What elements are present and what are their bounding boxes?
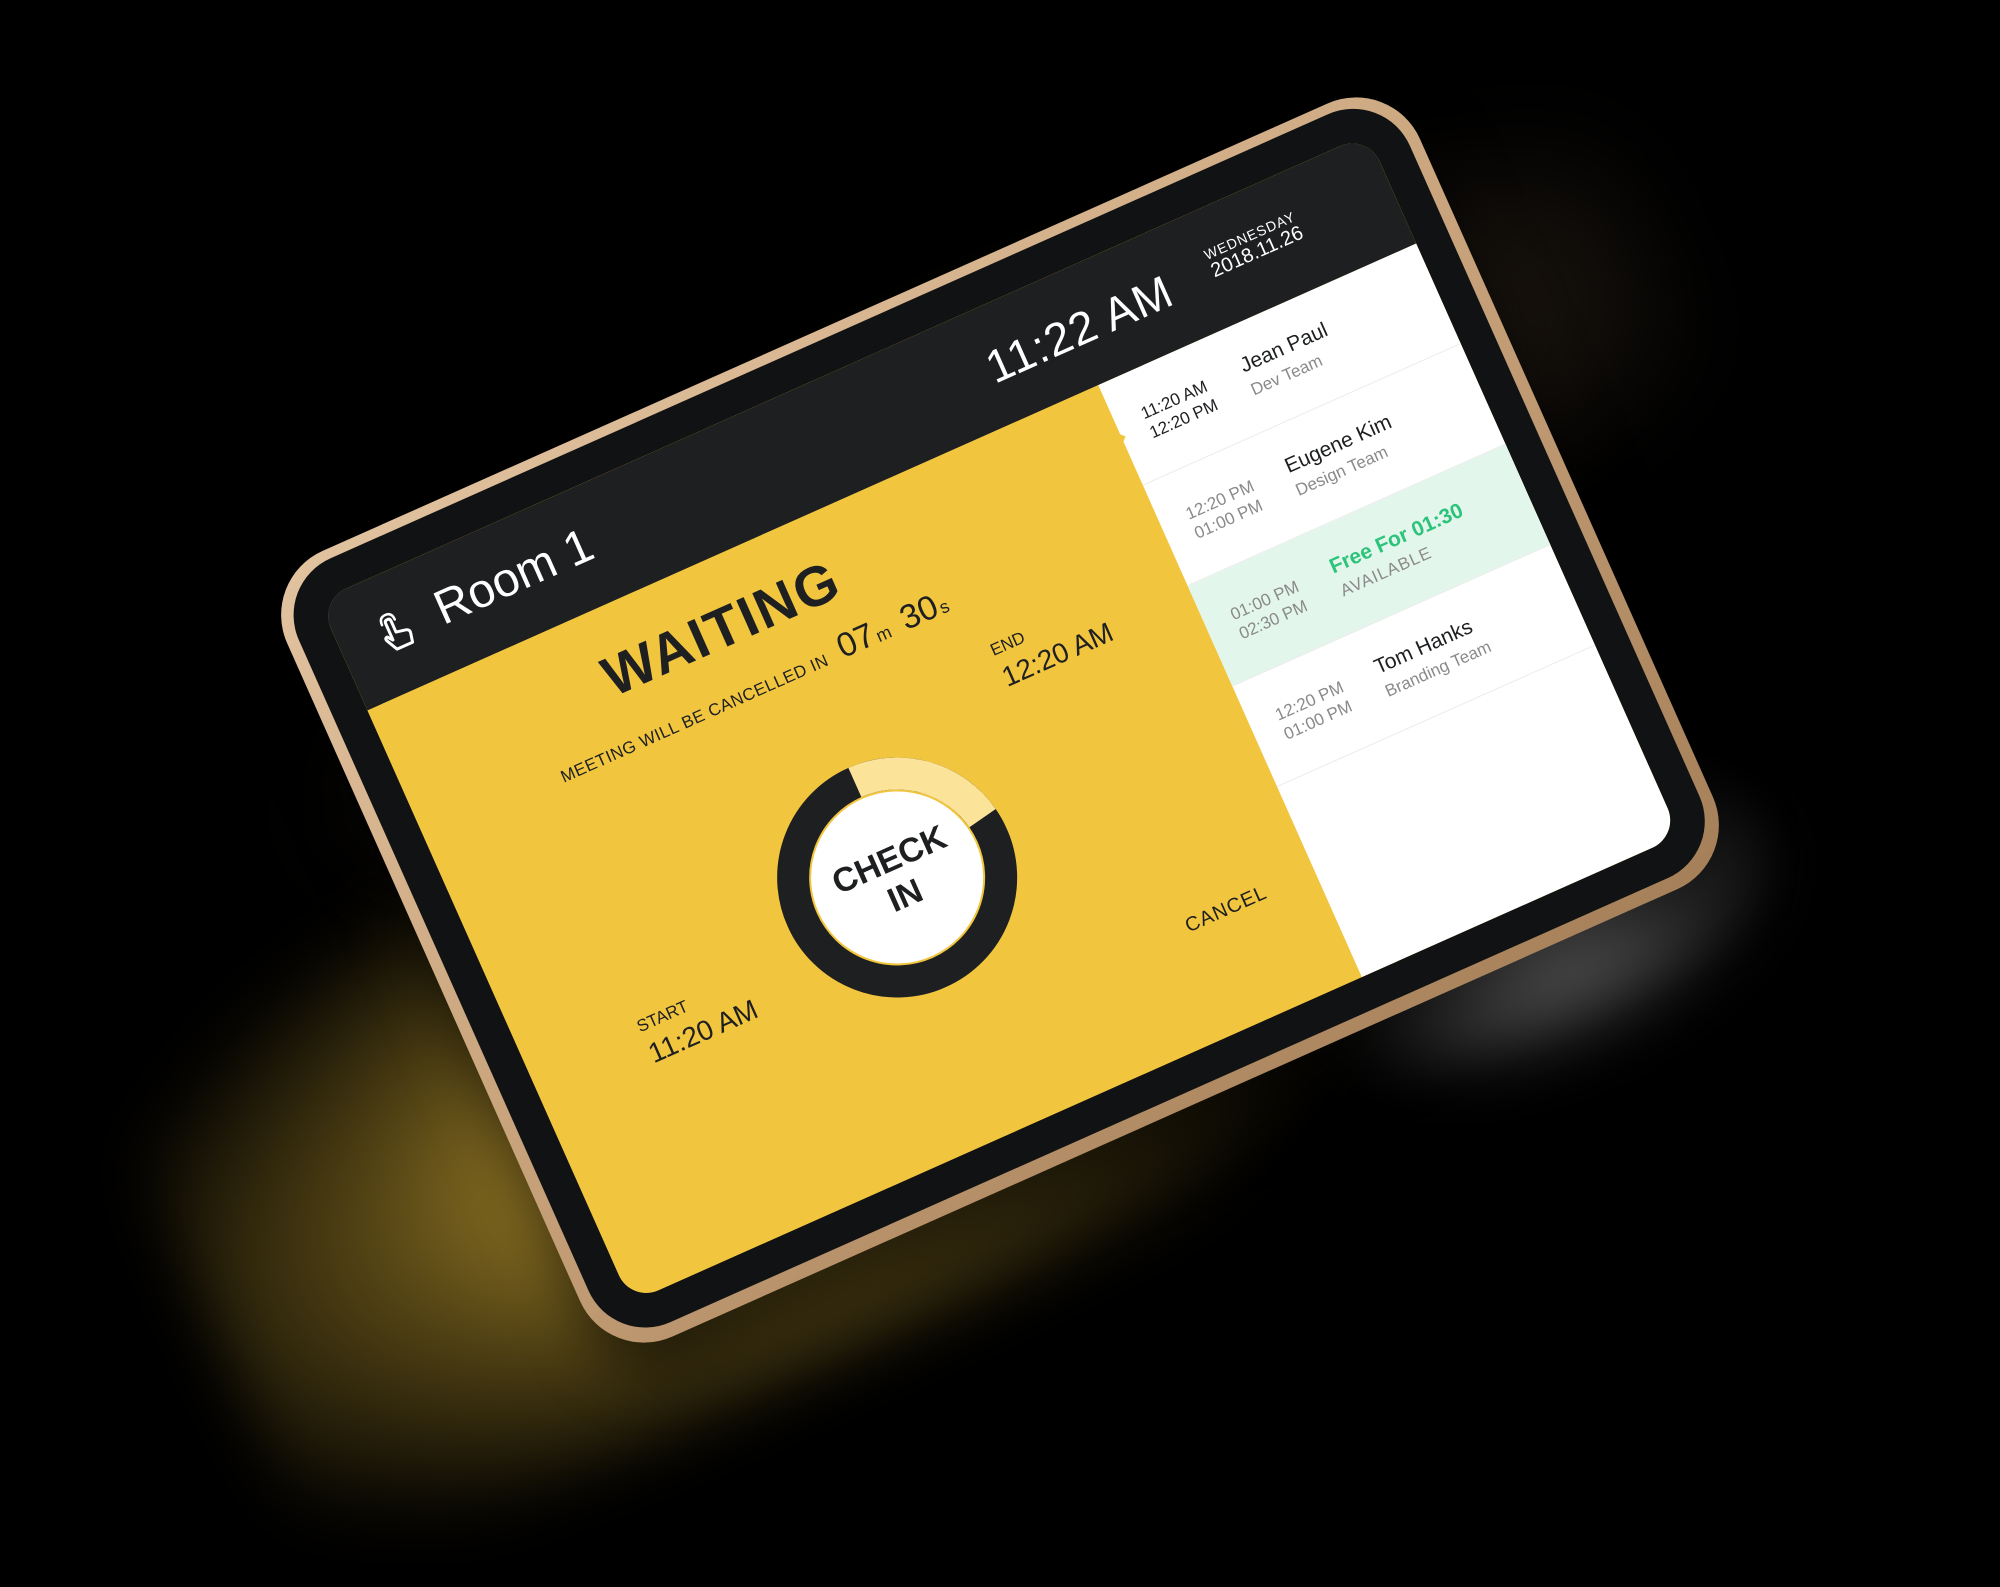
tablet-screen: Room 1 11:22 AM WEDNESDAY 2018.11.26 WAI… [318,133,1680,1303]
countdown-seconds: 30 [894,587,945,638]
end-time: 12:20 AM [997,616,1118,693]
cancel-button[interactable]: CANCEL [1182,882,1271,938]
countdown-minutes: 07 [830,615,881,666]
start-time: 11:20 AM [643,993,763,1069]
schedule-times: 12:20 PM 01:00 PM [1182,476,1266,544]
schedule-times: 01:00 PM 02:30 PM [1227,576,1311,644]
scene: Room 1 11:22 AM WEDNESDAY 2018.11.26 WAI… [0,0,2000,1587]
schedule-times: 12:20 PM 01:00 PM [1272,677,1356,745]
date-display: WEDNESDAY 2018.11.26 [1202,208,1307,281]
schedule-times: 11:20 AM 12:20 PM [1138,375,1222,443]
hand-pointer-icon [379,612,415,651]
